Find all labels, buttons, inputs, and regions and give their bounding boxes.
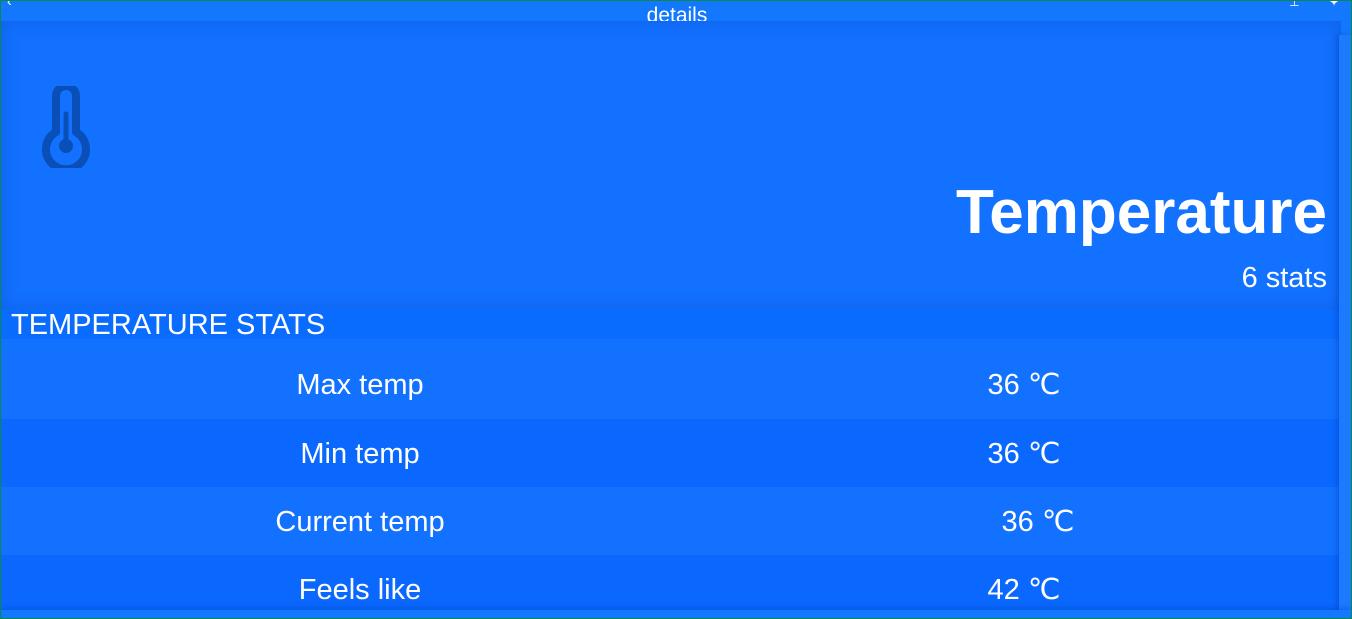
pin-icon[interactable]: ⊥	[1289, 1, 1299, 9]
titlebar-controls: ⊥ ✦	[1263, 1, 1339, 9]
page-title: Temperature	[956, 178, 1327, 247]
header-panel: Temperature 6 stats	[1, 21, 1341, 309]
stat-value: 36 ℃	[1001, 506, 1075, 538]
stat-count: 6 stats	[1241, 262, 1327, 294]
scrollbar[interactable]	[1339, 35, 1351, 618]
stat-label: Current temp	[275, 506, 445, 538]
list-item[interactable]: Max temp 36 ℃	[1, 339, 1341, 419]
details-window: ‹ details ⊥ ✦ Temperature 6 stats TEMPER…	[0, 0, 1352, 619]
stat-label: Feels like	[298, 574, 422, 606]
stat-value: 36 ℃	[987, 438, 1061, 470]
list-item[interactable]: Current temp 36 ℃	[1, 487, 1341, 555]
list-item[interactable]: Min temp 36 ℃	[1, 419, 1341, 487]
thermometer-icon	[42, 86, 90, 168]
stat-value: 42 ℃	[987, 574, 1061, 606]
title-bar: ‹ details ⊥ ✦	[1, 1, 1351, 27]
bottom-border	[1, 610, 1351, 618]
stat-value: 36 ℃	[987, 369, 1061, 401]
stat-label: Max temp	[296, 369, 424, 401]
section-title: TEMPERATURE STATS	[11, 309, 326, 341]
settings-icon[interactable]: ✦	[1329, 1, 1339, 9]
section-header: TEMPERATURE STATS	[1, 309, 1341, 341]
stats-list: Max temp 36 ℃ Min temp 36 ℃ Current temp…	[1, 339, 1341, 618]
stat-label: Min temp	[300, 438, 420, 470]
